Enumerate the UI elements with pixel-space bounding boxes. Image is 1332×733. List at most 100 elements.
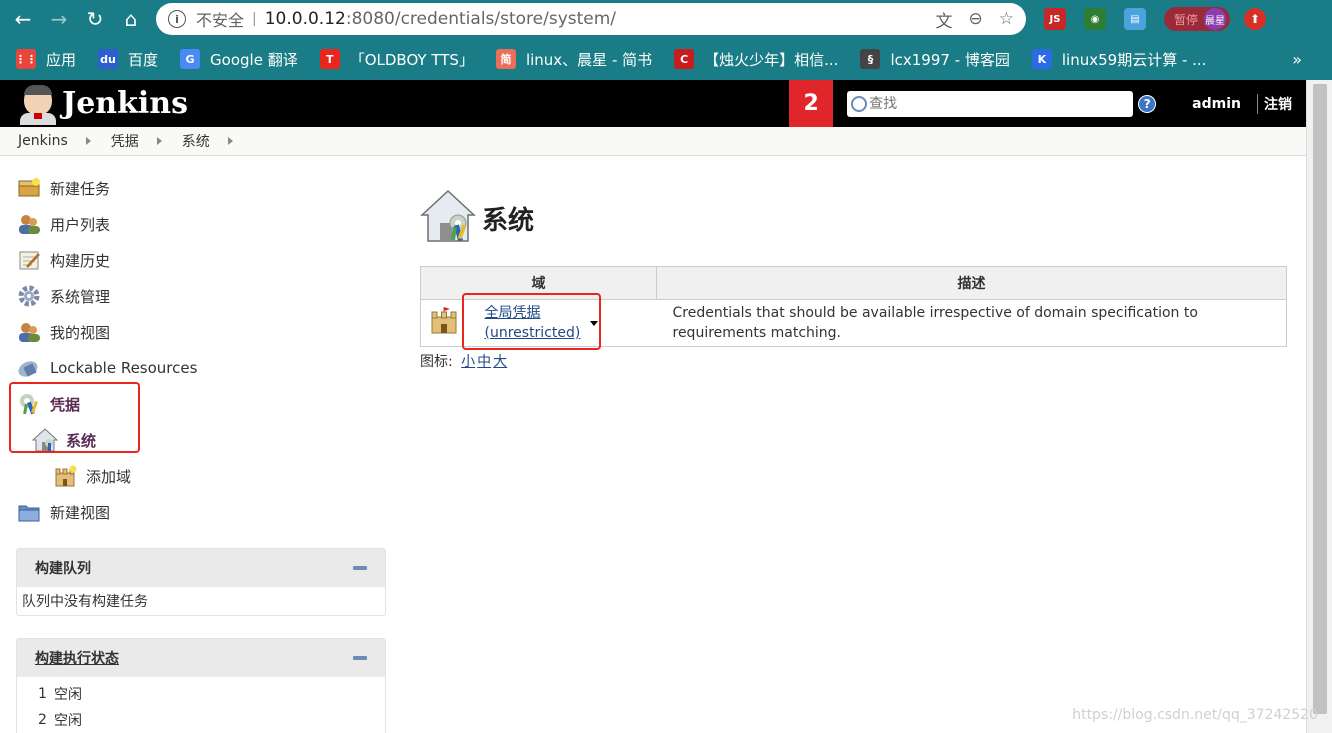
chevron-right-icon[interactable] [227, 137, 233, 145]
task-build-history[interactable]: 构建历史 [16, 242, 386, 278]
translate-icon[interactable]: 文 [936, 7, 953, 32]
build-queue-header: 构建队列 [17, 549, 385, 587]
collapse-icon[interactable] [353, 566, 367, 570]
users-icon [16, 212, 42, 236]
bookmark-favicon-icon: C [674, 49, 695, 69]
icon-size-small[interactable]: 小 [461, 354, 475, 370]
bookmark-item[interactable]: Klinux59期云计算 - ... [1031, 49, 1207, 70]
home-button[interactable]: ⌂ [116, 4, 146, 34]
bookmark-item[interactable]: G Google 翻译 [180, 49, 298, 70]
security-label: 不安全 [196, 11, 245, 30]
bookmarks-overflow-icon[interactable]: » [1292, 50, 1302, 69]
logo-text: Jenkins [62, 86, 188, 121]
breadcrumb-system[interactable]: 系统 [182, 131, 210, 151]
bookmark-item[interactable]: C 【烛火少年】相信... [674, 49, 838, 70]
bookmark-label: 【烛火少年】相信... [704, 50, 839, 69]
lock-icon [16, 356, 42, 380]
executor-row: 2 空闲 [38, 712, 82, 729]
bookmark-label: linux、晨星 - 简书 [525, 50, 653, 69]
castle-icon [429, 307, 459, 339]
task-manage-jenkins[interactable]: 系统管理 [16, 278, 386, 314]
task-my-views[interactable]: 我的视图 [16, 314, 386, 350]
extension-icon[interactable]: ◉ [1084, 8, 1106, 30]
icon-size-large[interactable]: 大 [493, 354, 507, 370]
doc-extension-icon[interactable]: ▤ [1124, 8, 1146, 30]
star-icon[interactable]: ☆ [999, 9, 1014, 29]
folder-icon [16, 500, 42, 524]
domain-icon-cell [420, 299, 465, 347]
bookmark-favicon-icon: ⋮⋮ [15, 49, 37, 69]
search-input[interactable] [869, 95, 1120, 112]
browser-toolbar: ← → ↻ ⌂ i 不安全 | 10.0.0.12:8080/credentia… [0, 0, 1332, 38]
task-users[interactable]: 用户列表 [16, 206, 386, 242]
bookmark-label: 「OLDBOY TTS」 [349, 50, 474, 69]
update-icon[interactable]: ⬆ [1244, 8, 1267, 30]
profile-button[interactable]: 暂停 晨星 [1164, 7, 1231, 31]
description-cell: Credentials that should be available irr… [656, 299, 1287, 347]
user-link[interactable]: admin [1192, 96, 1241, 112]
task-list: 新建任务 用户列表 构建历史 系统管理 我的视图 Lockable Resour… [16, 170, 386, 530]
bookmark-favicon-icon: K [1031, 49, 1052, 69]
bookmark-label: lcx1997 - 博客园 [890, 50, 1010, 69]
info-icon[interactable]: i [168, 10, 186, 28]
executors-pane: 构建执行状态 1 空闲 2 空闲 [16, 638, 386, 733]
avatar: 晨星 [1204, 8, 1227, 30]
executors-title-link[interactable]: 构建执行状态 [35, 648, 119, 668]
bookmark-item[interactable]: 简 linux、晨星 - 简书 [495, 49, 653, 70]
notification-badge[interactable]: 2 [789, 80, 834, 127]
user-icon [16, 320, 42, 344]
jenkins-logo[interactable]: Jenkins [18, 83, 188, 125]
build-queue-title: 构建队列 [35, 561, 91, 577]
url-host: 10.0.0.12 [264, 9, 346, 29]
js-extension-icon[interactable]: JS [1044, 8, 1066, 30]
icon-size-medium[interactable]: 中 [477, 354, 491, 370]
breadcrumb-jenkins[interactable]: Jenkins [18, 133, 68, 149]
bookmark-item[interactable]: ⋮⋮ 应用 [15, 49, 76, 70]
help-icon[interactable]: ? [1138, 94, 1157, 113]
scrollbar-thumb[interactable] [1313, 84, 1327, 714]
address-bar[interactable]: i 不安全 | 10.0.0.12:8080/credentials/store… [156, 3, 1026, 35]
build-queue-pane: 构建队列 队列中没有构建任务 [16, 548, 386, 616]
search-icon [851, 95, 868, 112]
logout-link[interactable]: 注销 [1257, 93, 1292, 114]
search-box[interactable] [847, 90, 1134, 117]
chevron-right-icon[interactable] [85, 137, 91, 145]
bookmark-favicon-icon: 简 [495, 49, 516, 69]
back-button[interactable]: ← [8, 4, 38, 34]
bookmark-favicon-icon: T [319, 49, 340, 69]
bookmark-favicon-icon: § [860, 49, 881, 69]
new-package-icon [16, 176, 42, 200]
bookmark-favicon-icon: G [180, 49, 201, 69]
bookmark-item[interactable]: § lcx1997 - 博客园 [860, 49, 1010, 70]
page-scrollbar[interactable] [1306, 80, 1332, 733]
forward-button[interactable]: → [44, 4, 74, 34]
executors-header: 构建执行状态 [17, 639, 385, 677]
bookmarks-bar: ⋮⋮ 应用 du 百度 G Google 翻译 T 「OLDBOY TTS」 简 linux、晨星… [0, 38, 1332, 80]
task-new-view[interactable]: 新建视图 [16, 494, 386, 530]
task-lockable-resources[interactable]: Lockable Resources [16, 350, 386, 386]
collapse-icon[interactable] [353, 656, 367, 660]
castle-icon [52, 464, 78, 488]
annotation-box-domain [462, 293, 601, 350]
icon-size-label: 图标: [420, 354, 453, 370]
gear-icon [16, 284, 42, 308]
bookmark-favicon-icon: du [98, 49, 119, 69]
bookmark-label: linux59期云计算 - ... [1061, 50, 1207, 69]
zoom-icon[interactable]: ⊖ [969, 9, 983, 29]
task-add-domain[interactable]: 添加域 [16, 458, 386, 494]
executor-row: 1 空闲 [38, 686, 82, 703]
bookmark-item[interactable]: du 百度 [98, 49, 158, 70]
page-title: 系统 [482, 205, 535, 236]
reload-button[interactable]: ↻ [80, 4, 110, 34]
breadcrumb-credentials[interactable]: 凭据 [111, 131, 139, 151]
chevron-right-icon[interactable] [156, 137, 162, 145]
bookmark-label: 百度 [128, 50, 159, 69]
bookmark-item[interactable]: T 「OLDBOY TTS」 [319, 49, 474, 70]
butler-icon [18, 83, 58, 125]
task-new-item[interactable]: 新建任务 [16, 170, 386, 206]
jenkins-header: Jenkins 2 ? admin 注销 [0, 80, 1306, 127]
page-heading: 系统 [420, 189, 1287, 247]
bookmark-label: Google 翻译 [210, 50, 298, 69]
system-store-icon [420, 189, 476, 247]
column-header-description: 描述 [656, 266, 1287, 300]
